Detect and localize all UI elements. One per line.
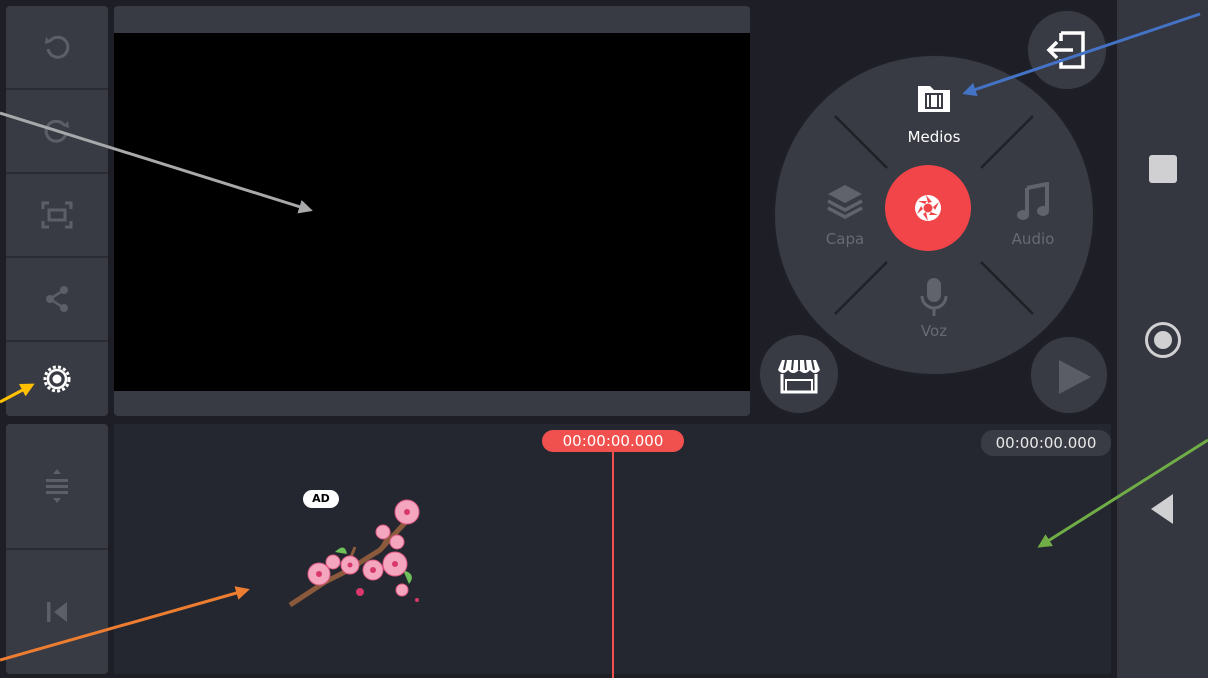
- annotation-arrow-blue: [962, 12, 1201, 97]
- annotation-arrow-gray: [0, 111, 313, 214]
- annotation-arrow-green: [1037, 438, 1208, 548]
- annotation-arrow-yellow: [0, 383, 35, 404]
- annotation-arrows: [0, 12, 1208, 662]
- annotation-arrow-orange: [0, 586, 250, 662]
